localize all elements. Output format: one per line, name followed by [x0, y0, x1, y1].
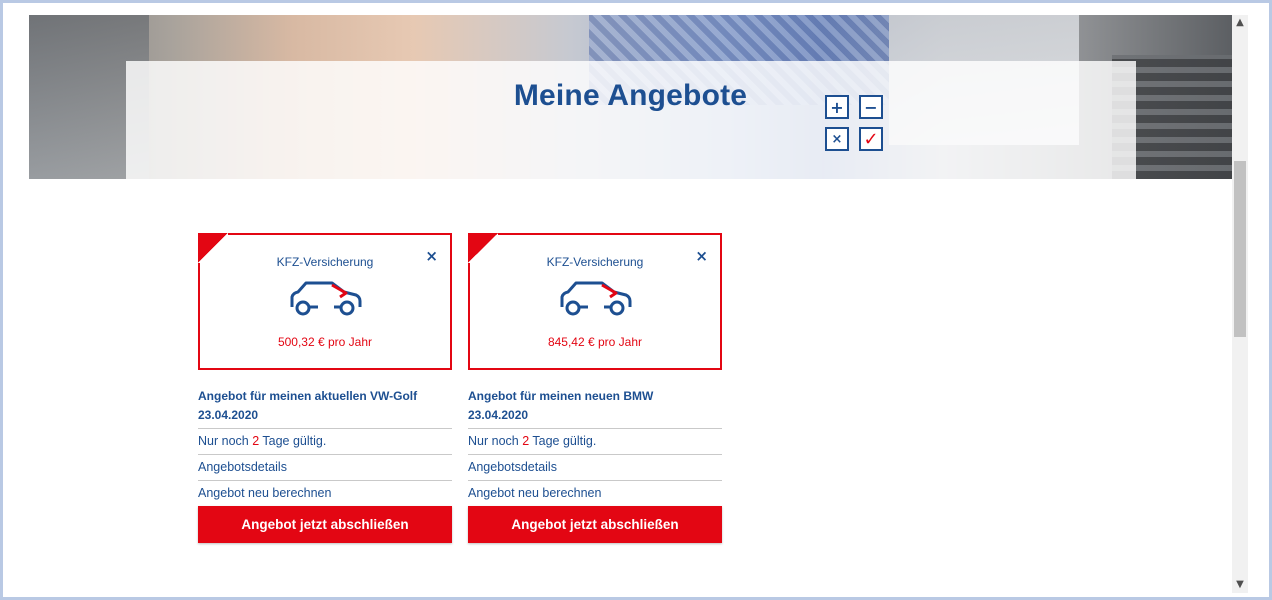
validity-suffix: Tage gültig. — [259, 434, 327, 448]
multiply-key-icon: × — [825, 127, 849, 151]
offer-validity: Nur noch 2 Tage gültig. — [198, 428, 452, 454]
offer-details-link[interactable]: Angebotsdetails — [198, 454, 452, 480]
browser-frame: Meine Angebote + − × ✓ × KFZ-Versicherun… — [0, 0, 1272, 600]
car-icon — [560, 281, 632, 316]
offer-name: Angebot für meinen neuen BMW — [468, 389, 654, 403]
plus-key-icon: + — [825, 95, 849, 119]
page-title: Meine Angebote — [513, 79, 748, 112]
offer-card: × KFZ-Versicherung 845,42 € pro Jahr — [468, 233, 722, 370]
offer-date: 23.04.2020 — [198, 408, 259, 422]
offer-price: 500,32 € pro Jahr — [277, 335, 373, 349]
calculator-icon: + − × ✓ — [825, 95, 885, 151]
vertical-scrollbar[interactable]: ▲ ▼ — [1232, 15, 1248, 593]
offer-validity: Nur noch 2 Tage gültig. — [468, 428, 722, 454]
offer-recalculate-link[interactable]: Angebot neu berechnen — [198, 480, 452, 506]
validity-prefix: Nur noch — [198, 434, 253, 448]
offer-name: Angebot für meinen aktuellen VW-Golf — [198, 389, 418, 403]
minus-key-icon: − — [859, 95, 883, 119]
offer-details-link[interactable]: Angebotsdetails — [468, 454, 722, 480]
scroll-thumb[interactable] — [1234, 161, 1246, 337]
scroll-down-icon[interactable]: ▼ — [1232, 577, 1248, 593]
car-icon — [290, 281, 362, 316]
complete-offer-button[interactable]: Angebot jetzt abschließen — [198, 506, 452, 543]
scroll-up-icon[interactable]: ▲ — [1232, 15, 1248, 31]
validity-prefix: Nur noch — [468, 434, 523, 448]
product-type: KFZ-Versicherung — [276, 255, 374, 269]
offer-info: Angebot für meinen aktuellen VW-Golf 23.… — [198, 387, 452, 543]
offer-recalculate-link[interactable]: Angebot neu berechnen — [468, 480, 722, 506]
offer-price: 845,42 € pro Jahr — [547, 335, 643, 349]
offer-date: 23.04.2020 — [468, 408, 529, 422]
offer-info: Angebot für meinen neuen BMW 23.04.2020 … — [468, 387, 722, 543]
offer-card: × KFZ-Versicherung 500,32 € pro Jahr — [198, 233, 452, 370]
hero-banner: Meine Angebote + − × ✓ — [29, 15, 1232, 179]
validity-suffix: Tage gültig. — [529, 434, 597, 448]
checkmark-key-icon: ✓ — [859, 127, 883, 151]
complete-offer-button[interactable]: Angebot jetzt abschließen — [468, 506, 722, 543]
product-type: KFZ-Versicherung — [546, 255, 644, 269]
